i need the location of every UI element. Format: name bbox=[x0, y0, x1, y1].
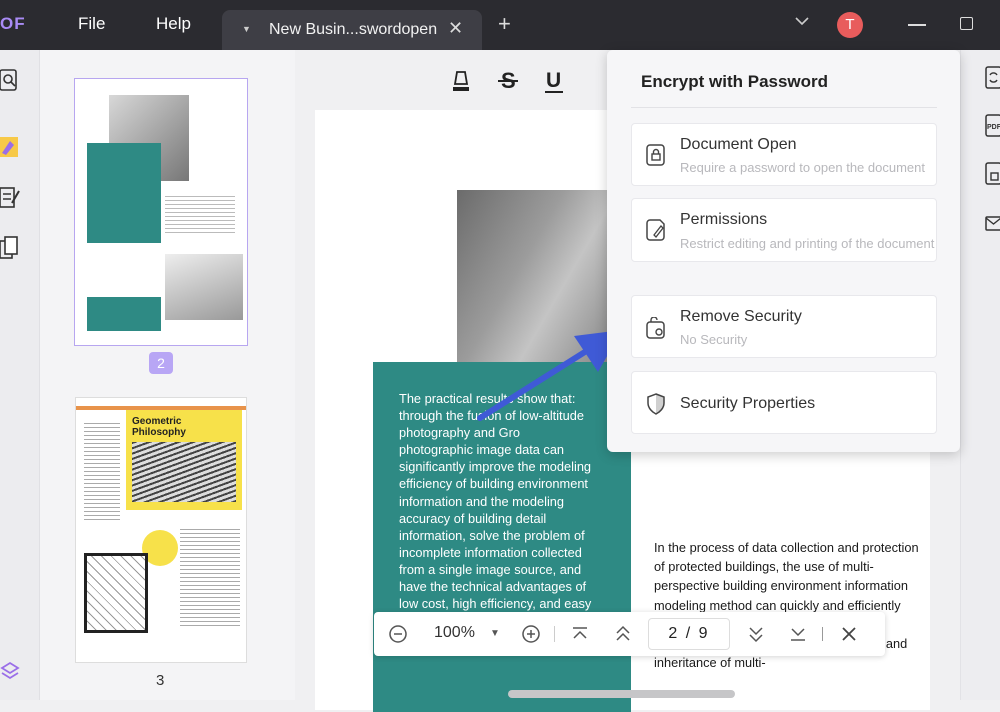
thumbnail-teal-block bbox=[87, 143, 161, 243]
shield-icon bbox=[647, 393, 665, 415]
page-thumbnail-2[interactable] bbox=[74, 78, 248, 346]
popover-title: Encrypt with Password bbox=[641, 72, 829, 91]
option-title: Document Open bbox=[680, 136, 797, 153]
thumbnail-heading: Geometric Philosophy bbox=[132, 416, 186, 438]
chevron-down-icon[interactable] bbox=[795, 16, 809, 26]
page-thumbnail-3[interactable]: Geometric Philosophy bbox=[75, 397, 247, 663]
mail-icon[interactable] bbox=[985, 216, 1000, 232]
menu-file[interactable]: File bbox=[78, 14, 105, 34]
close-icon[interactable] bbox=[841, 626, 857, 642]
convert-icon[interactable] bbox=[985, 66, 1000, 90]
page-navigation-bar: 100% ▼ 2 / 9 bbox=[374, 612, 885, 656]
thumbnail-panel: 2 Geometric Philosophy 3 bbox=[40, 50, 295, 700]
title-bar: OF File Help ▼ New Busin...swordopen ✕ +… bbox=[0, 0, 1000, 50]
minimize-button[interactable] bbox=[908, 24, 926, 26]
document-lock-icon bbox=[646, 144, 665, 166]
option-title: Permissions bbox=[680, 211, 768, 228]
thumbnail-teal-block bbox=[87, 297, 161, 331]
option-subtitle: Restrict editing and printing of the doc… bbox=[680, 236, 935, 251]
zoom-in-icon[interactable] bbox=[521, 624, 541, 644]
svg-text:U: U bbox=[546, 69, 561, 92]
highlight-icon[interactable] bbox=[451, 68, 471, 94]
organize-pages-icon[interactable] bbox=[0, 235, 20, 261]
tab-title: New Busin...swordopen bbox=[269, 21, 438, 38]
permissions-option[interactable]: Permissions Restrict editing and printin… bbox=[631, 198, 937, 262]
new-tab-button[interactable]: + bbox=[498, 13, 511, 35]
layers-icon[interactable] bbox=[0, 658, 20, 684]
zoom-out-icon[interactable] bbox=[388, 624, 408, 644]
tab-dropdown-icon[interactable]: ▼ bbox=[242, 24, 251, 34]
document-edit-icon bbox=[646, 219, 665, 241]
thumbnail-yellow-block: Geometric Philosophy bbox=[126, 410, 242, 510]
thumbnail-text bbox=[84, 420, 120, 520]
divider bbox=[822, 627, 823, 641]
first-page-icon[interactable] bbox=[571, 625, 589, 643]
next-page-icon[interactable] bbox=[747, 624, 765, 644]
document-tab[interactable]: ▼ New Busin...swordopen ✕ bbox=[222, 10, 482, 50]
app-logo: OF bbox=[0, 14, 26, 33]
edit-icon[interactable] bbox=[0, 185, 20, 211]
comment-icon[interactable] bbox=[0, 135, 20, 161]
encrypt-popover: Encrypt with Password Document Open Requ… bbox=[607, 50, 960, 452]
page-number-input[interactable]: 2 / 9 bbox=[648, 618, 730, 650]
protect-icon[interactable] bbox=[985, 162, 1000, 186]
last-page-icon[interactable] bbox=[789, 625, 807, 643]
remove-security-option[interactable]: Remove Security No Security bbox=[631, 295, 937, 358]
strikethrough-icon[interactable]: S bbox=[497, 68, 519, 94]
option-subtitle: Require a password to open the document bbox=[680, 160, 925, 175]
underline-icon[interactable]: U bbox=[543, 68, 565, 94]
total-pages: 9 bbox=[698, 625, 710, 642]
page-number-badge: 2 bbox=[149, 352, 173, 374]
thumbnail-image bbox=[132, 442, 236, 502]
avatar[interactable]: T bbox=[837, 12, 863, 38]
option-title: Security Properties bbox=[680, 395, 816, 412]
zoom-level[interactable]: 100% bbox=[434, 624, 475, 642]
thumbnail-text bbox=[180, 526, 240, 626]
zoom-dropdown-icon[interactable]: ▼ bbox=[490, 628, 500, 639]
option-subtitle: No Security bbox=[680, 332, 748, 347]
maximize-button[interactable] bbox=[960, 17, 973, 30]
page-separator: / bbox=[685, 625, 693, 642]
search-icon[interactable] bbox=[0, 68, 20, 94]
annotation-arrow bbox=[477, 330, 622, 421]
unlock-document-icon bbox=[646, 317, 665, 339]
divider bbox=[554, 626, 555, 642]
security-properties-option[interactable]: Security Properties bbox=[631, 371, 937, 434]
current-page: 2 bbox=[668, 625, 680, 642]
option-title: Remove Security bbox=[680, 308, 802, 325]
document-open-option[interactable]: Document Open Require a password to open… bbox=[631, 123, 937, 186]
horizontal-scrollbar[interactable] bbox=[508, 690, 735, 698]
tab-close-icon[interactable]: ✕ bbox=[448, 18, 463, 39]
left-toolbar bbox=[0, 50, 40, 700]
thumbnail-image bbox=[84, 553, 148, 633]
svg-text:PDF: PDF bbox=[987, 124, 1000, 131]
thumbnail-image bbox=[165, 254, 243, 320]
thumbnail-text bbox=[165, 193, 235, 233]
page-number-label: 3 bbox=[156, 672, 165, 689]
right-toolbar: PDF bbox=[960, 50, 1000, 700]
previous-page-icon[interactable] bbox=[614, 624, 632, 644]
menu-help[interactable]: Help bbox=[156, 14, 191, 34]
pdfa-icon[interactable]: PDF bbox=[985, 114, 1000, 138]
divider bbox=[631, 107, 937, 108]
